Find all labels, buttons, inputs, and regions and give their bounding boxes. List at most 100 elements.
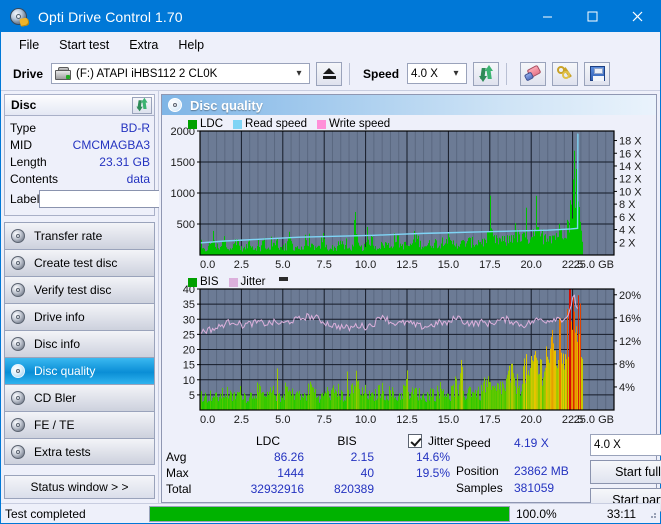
bis-chart-legend: BIS Jitter bbox=[188, 276, 289, 288]
ldc-chart: LDC Read speed Write speed 500 1000 1500 2000… bbox=[162, 117, 656, 275]
statistics-and-controls: LDC BIS Jitter Avg 86.26 2.15 14.6% Max bbox=[162, 430, 661, 514]
status-window-button[interactable]: Status window > > bbox=[4, 475, 155, 499]
svg-text:5.0: 5.0 bbox=[275, 414, 290, 426]
disc-label-key: Label bbox=[10, 192, 40, 206]
disc-key: MID bbox=[10, 137, 32, 152]
readout-position: Position 23862 MB bbox=[456, 462, 586, 479]
svg-text:12.5: 12.5 bbox=[396, 259, 417, 271]
disc-quality-panel: Disc quality LDC Read speed Write speed 50… bbox=[161, 94, 661, 512]
sidebar-item-transfer-rate[interactable]: Transfer rate bbox=[4, 222, 155, 249]
content-area: Disc quality LDC Read speed Write speed 50… bbox=[159, 91, 661, 512]
minimize-icon[interactable] bbox=[525, 1, 570, 32]
sidebar-item-verify-test-disc[interactable]: Verify test disc bbox=[4, 276, 155, 303]
speed-readout-value: 4.19 X bbox=[514, 435, 549, 450]
bis-chart: BIS Jitter 5 10 15 20 25 30 35 40 4% 8% 12% 16% 20% 0.… bbox=[162, 275, 656, 430]
sidebar-item-fe-te[interactable]: FE / TE bbox=[4, 411, 155, 438]
title-bar: Opti Drive Control 1.70 bbox=[1, 1, 660, 32]
svg-text:20.0: 20.0 bbox=[520, 414, 541, 426]
svg-text:15.0: 15.0 bbox=[438, 259, 459, 271]
menu-help[interactable]: Help bbox=[168, 35, 214, 55]
disc-value: 23.31 GB bbox=[99, 154, 150, 169]
legend-label: Jitter bbox=[240, 276, 266, 288]
disc-icon bbox=[11, 228, 27, 244]
stats-grid: LDC BIS Jitter Avg 86.26 2.15 14.6% Max bbox=[166, 434, 454, 496]
svg-text:16%: 16% bbox=[619, 313, 641, 325]
chevron-down-icon: ▾ bbox=[453, 68, 459, 79]
menu-extra[interactable]: Extra bbox=[119, 35, 168, 55]
elapsed-time: 33:11 bbox=[606, 506, 636, 521]
disc-value: data bbox=[126, 171, 150, 186]
toolbar: Drive (F:) ATAPI iHBS112 2 CL0K ▾ Speed … bbox=[1, 57, 660, 91]
speed-readout-label: Speed bbox=[456, 435, 491, 450]
sidebar-item-label: Drive info bbox=[34, 310, 85, 324]
eject-button[interactable] bbox=[316, 61, 343, 86]
speed-select[interactable]: 4.0 X ▾ bbox=[407, 63, 468, 84]
svg-text:10: 10 bbox=[183, 375, 195, 387]
erase-button[interactable] bbox=[520, 61, 547, 86]
stats-row-label: Avg bbox=[166, 450, 187, 464]
drive-select[interactable]: (F:) ATAPI iHBS112 2 CL0K ▾ bbox=[51, 63, 311, 84]
disc-refresh-button[interactable] bbox=[132, 96, 152, 114]
svg-text:2.5: 2.5 bbox=[234, 414, 249, 426]
legend-label: Read speed bbox=[245, 118, 308, 130]
legend-swatch bbox=[188, 119, 197, 129]
sidebar-item-extra-tests[interactable]: Extra tests bbox=[4, 438, 155, 465]
sidebar-item-label: Verify test disc bbox=[34, 283, 112, 297]
svg-text:500: 500 bbox=[177, 219, 195, 231]
svg-text:2.5: 2.5 bbox=[234, 259, 249, 271]
disc-label-row: Label bbox=[10, 189, 243, 211]
svg-text:35: 35 bbox=[183, 299, 195, 311]
disc-info-header: Disc bbox=[5, 95, 154, 116]
refresh-icon bbox=[136, 97, 149, 112]
speed-select-value: 4.0 X bbox=[411, 67, 438, 80]
legend-label: LDC bbox=[200, 118, 224, 130]
start-full-button[interactable]: Start full bbox=[590, 460, 661, 484]
position-label: Position bbox=[456, 463, 499, 478]
svg-text:30: 30 bbox=[183, 314, 195, 326]
eraser-icon bbox=[523, 64, 542, 81]
legend-swatch bbox=[188, 277, 197, 287]
samples-label: Samples bbox=[456, 480, 503, 495]
maximize-icon[interactable] bbox=[570, 1, 615, 32]
svg-text:15.0: 15.0 bbox=[438, 414, 459, 426]
refresh-button[interactable] bbox=[473, 61, 500, 86]
sidebar-item-create-test-disc[interactable]: Create test disc bbox=[4, 249, 155, 276]
legend-swatch bbox=[317, 119, 327, 129]
disc-value: BD-R bbox=[120, 120, 150, 135]
readout-gap bbox=[456, 451, 586, 462]
disc-icon bbox=[11, 309, 27, 325]
stats-corner bbox=[166, 434, 224, 448]
disc-icon bbox=[11, 282, 27, 298]
sidebar-item-cd-bler[interactable]: CD Bler bbox=[4, 384, 155, 411]
sidebar-item-drive-info[interactable]: Drive info bbox=[4, 303, 155, 330]
page-title: Disc quality bbox=[190, 97, 263, 113]
menu-start-test[interactable]: Start test bbox=[49, 35, 119, 55]
stats-max-bis: 40 bbox=[360, 466, 374, 480]
resize-grip-icon[interactable] bbox=[646, 508, 658, 520]
status-text: Test completed bbox=[5, 506, 86, 521]
left-sidebar: Disc Type BD-R MID CMCMAGBA3 Length 23.3… bbox=[1, 91, 243, 503]
svg-text:15: 15 bbox=[183, 360, 195, 372]
disc-row-mid: MID CMCMAGBA3 bbox=[10, 136, 150, 153]
svg-text:8%: 8% bbox=[619, 359, 635, 371]
sidebar-nav: Transfer rate Create test disc Verify te… bbox=[4, 222, 155, 465]
test-speed-select[interactable]: 4.0 X ▾ bbox=[590, 434, 661, 456]
disc-row-length: Length 23.31 GB bbox=[10, 153, 150, 170]
close-icon[interactable] bbox=[615, 1, 660, 32]
keys-button[interactable] bbox=[552, 61, 579, 86]
sidebar-item-label: Disc quality bbox=[34, 364, 96, 378]
svg-text:14 X: 14 X bbox=[619, 161, 642, 173]
menu-file[interactable]: File bbox=[9, 35, 49, 55]
save-button[interactable] bbox=[584, 61, 611, 86]
svg-text:20: 20 bbox=[183, 345, 195, 357]
jitter-checkbox[interactable] bbox=[407, 434, 422, 448]
speed-label: Speed bbox=[363, 66, 400, 81]
sidebar-item-disc-info[interactable]: Disc info bbox=[4, 330, 155, 357]
sidebar-item-disc-quality[interactable]: Disc quality bbox=[4, 357, 155, 384]
svg-text:12 X: 12 X bbox=[619, 174, 642, 186]
svg-text:7.5: 7.5 bbox=[317, 414, 332, 426]
svg-text:20%: 20% bbox=[619, 290, 641, 302]
stats-total-jitter bbox=[382, 482, 454, 496]
scan-marker-icon bbox=[279, 277, 289, 281]
disc-row-type: Type BD-R bbox=[10, 119, 150, 136]
